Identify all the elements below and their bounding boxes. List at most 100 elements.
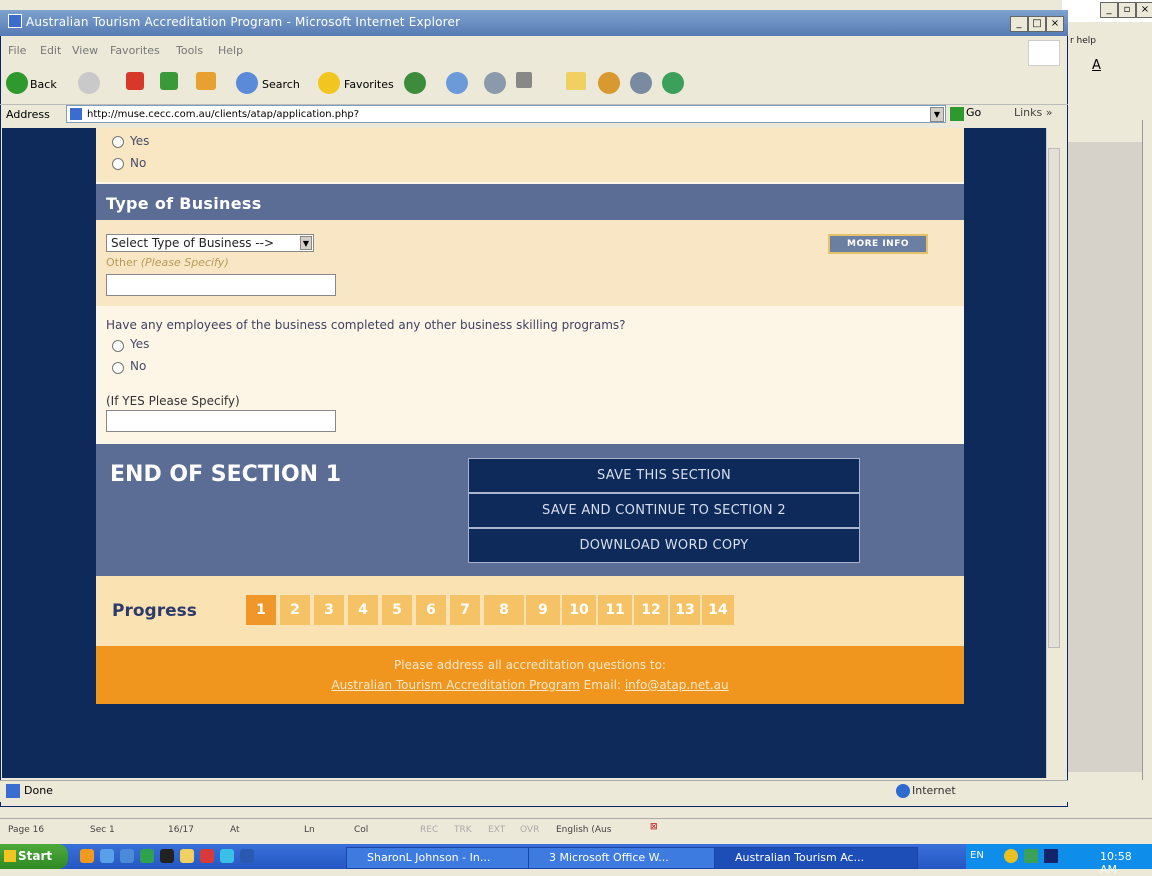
favorites-icon[interactable]: [318, 72, 340, 94]
radio-yes-1[interactable]: [112, 136, 124, 148]
word-drawing-toolbar: [0, 806, 680, 818]
messenger-icon[interactable]: [630, 72, 652, 94]
menu-help[interactable]: Help: [218, 44, 243, 57]
menu-file[interactable]: File: [8, 44, 26, 57]
word-document-area: [1068, 142, 1142, 772]
progress-step-13[interactable]: 13: [670, 595, 700, 625]
other-label-note: (Please Specify): [140, 256, 229, 269]
if-yes-specify-input[interactable]: [106, 410, 336, 432]
word-window-controls[interactable]: _ ▫ ×: [1100, 2, 1152, 18]
radio-no-1[interactable]: [112, 158, 124, 170]
quicklaunch-folder-icon[interactable]: [180, 849, 194, 863]
go-button[interactable]: Go: [966, 106, 981, 119]
close-icon[interactable]: ×: [1136, 2, 1152, 18]
chevron-down-icon[interactable]: ▼: [300, 236, 312, 250]
if-yes-specify-label: (If YES Please Specify): [106, 394, 240, 408]
other-label-text: Other: [106, 256, 141, 269]
minimize-icon[interactable]: _: [1010, 16, 1028, 32]
progress-step-9[interactable]: 9: [526, 595, 560, 625]
quicklaunch-media-icon[interactable]: [140, 849, 154, 863]
email-link[interactable]: info@atap.net.au: [625, 678, 729, 692]
quicklaunch-outlook-icon[interactable]: [100, 849, 114, 863]
employees-question: Have any employees of the business compl…: [106, 318, 626, 332]
language-indicator[interactable]: EN: [970, 850, 984, 861]
page-done-icon: [6, 784, 20, 798]
ie-app-icon: [8, 14, 22, 28]
favorites-label[interactable]: Favorites: [344, 78, 394, 91]
quicklaunch-cmd-icon[interactable]: [160, 849, 174, 863]
save-continue-button[interactable]: SAVE AND CONTINUE TO SECTION 2: [468, 493, 860, 528]
refresh-icon[interactable]: [160, 72, 178, 90]
task-ie[interactable]: Australian Tourism Ac...: [714, 847, 918, 869]
other-specify-input[interactable]: [106, 274, 336, 296]
quicklaunch-ie-icon[interactable]: [120, 849, 134, 863]
restore-icon[interactable]: ▫: [1118, 2, 1136, 18]
font-color-icon[interactable]: A: [1092, 58, 1101, 73]
task-email[interactable]: SharonL Johnson - In...: [346, 847, 546, 869]
progress-step-11[interactable]: 11: [598, 595, 632, 625]
progress-step-8[interactable]: 8: [484, 595, 524, 625]
task-word[interactable]: 3 Microsoft Office W...: [528, 847, 732, 869]
mail-icon[interactable]: [446, 72, 468, 94]
research-icon[interactable]: [598, 72, 620, 94]
back-label[interactable]: Back: [30, 78, 57, 91]
forward-icon[interactable]: [78, 72, 100, 94]
quicklaunch-tools-icon[interactable]: [200, 849, 214, 863]
menu-edit[interactable]: Edit: [40, 44, 61, 57]
folder-icon[interactable]: [566, 72, 586, 90]
address-input[interactable]: http://muse.cecc.com.au/clients/atap/app…: [66, 105, 946, 123]
menu-view[interactable]: View: [72, 44, 98, 57]
progress-step-5[interactable]: 5: [382, 595, 412, 625]
business-type-select[interactable]: Select Type of Business -->: [106, 234, 314, 252]
atap-link[interactable]: Australian Tourism Accreditation Program: [331, 678, 579, 692]
search-label[interactable]: Search: [262, 78, 300, 91]
progress-step-6[interactable]: 6: [416, 595, 446, 625]
progress-step-1[interactable]: 1: [246, 595, 276, 625]
quicklaunch-messenger-icon[interactable]: [220, 849, 234, 863]
home-icon[interactable]: [196, 72, 216, 90]
spelling-icon: ⊠: [650, 822, 658, 832]
radio-no-2[interactable]: [112, 362, 124, 374]
progress-step-3[interactable]: 3: [314, 595, 344, 625]
print-icon[interactable]: [484, 72, 506, 94]
address-dropdown-icon[interactable]: ▼: [930, 107, 944, 122]
tray-volume-icon[interactable]: [1044, 849, 1058, 863]
close-icon[interactable]: ×: [1046, 16, 1064, 32]
security-zone: Internet: [912, 784, 956, 797]
go-icon[interactable]: [950, 107, 964, 121]
edit-icon[interactable]: [516, 72, 532, 88]
buddy-icon[interactable]: [662, 72, 684, 94]
stop-icon[interactable]: [126, 72, 144, 90]
radio-yes-label-1: Yes: [130, 134, 150, 148]
search-icon[interactable]: [236, 72, 258, 94]
word-help-box[interactable]: r help: [1070, 36, 1096, 46]
history-icon[interactable]: [404, 72, 426, 94]
links-button[interactable]: Links »: [1014, 106, 1052, 119]
footer-contact: Australian Tourism Accreditation Program…: [96, 678, 964, 692]
menu-tools[interactable]: Tools: [176, 44, 203, 57]
window-title: Australian Tourism Accreditation Program…: [26, 15, 461, 29]
tray-network-icon[interactable]: [1004, 849, 1018, 863]
tray-app-icon[interactable]: [1024, 849, 1038, 863]
quicklaunch-firefox-icon[interactable]: [80, 849, 94, 863]
menu-favorites[interactable]: Favorites: [110, 44, 160, 57]
save-section-button[interactable]: SAVE THIS SECTION: [468, 458, 860, 493]
quicklaunch-word-icon[interactable]: [240, 849, 254, 863]
more-info-button[interactable]: MORE INFO: [828, 234, 928, 254]
address-label: Address: [6, 108, 50, 121]
progress-step-14[interactable]: 14: [702, 595, 734, 625]
maximize-icon[interactable]: □: [1028, 16, 1046, 32]
progress-step-10[interactable]: 10: [562, 595, 596, 625]
download-word-button[interactable]: DOWNLOAD WORD COPY: [468, 528, 860, 563]
type-of-business-title: Type of Business: [106, 194, 262, 213]
progress-step-2[interactable]: 2: [280, 595, 310, 625]
back-icon[interactable]: [6, 72, 28, 94]
word-scrollbar[interactable]: [1142, 120, 1152, 780]
progress-step-4[interactable]: 4: [348, 595, 378, 625]
radio-yes-2[interactable]: [112, 340, 124, 352]
minimize-icon[interactable]: _: [1100, 2, 1118, 18]
scrollbar-thumb[interactable]: [1048, 148, 1060, 648]
progress-step-7[interactable]: 7: [450, 595, 480, 625]
status-trk: TRK: [454, 825, 472, 835]
progress-step-12[interactable]: 12: [634, 595, 668, 625]
